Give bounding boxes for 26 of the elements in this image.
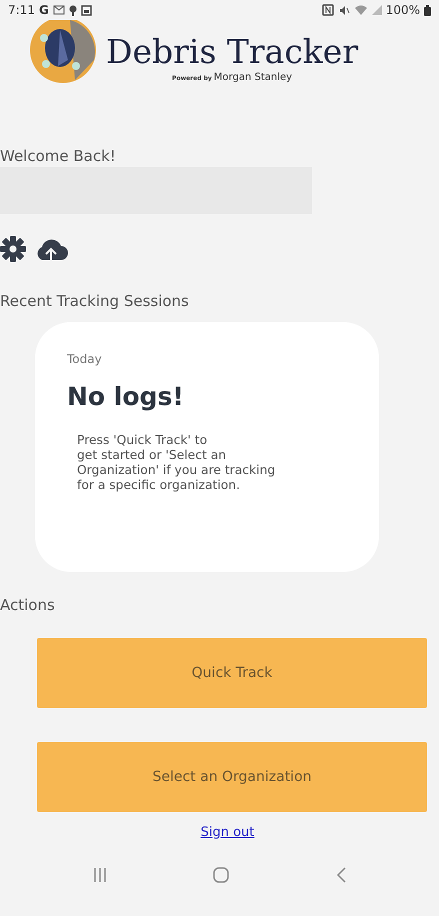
- card-title: No logs!: [67, 382, 185, 411]
- back-icon[interactable]: [334, 866, 347, 884]
- signal-icon: [372, 5, 382, 15]
- carrier-label: G: [38, 3, 49, 17]
- mute-icon: [338, 4, 350, 16]
- clock: 7:11: [8, 3, 35, 17]
- welcome-text: Welcome Back!: [0, 147, 117, 165]
- home-icon[interactable]: [212, 866, 230, 884]
- section-heading: Recent Tracking Sessions: [0, 292, 190, 310]
- empty-message: Press 'Quick Track' to get started or 'Select an Organization' if you are tracking for a specific organization.: [77, 433, 276, 493]
- app-title: Debris Tracker: [106, 34, 358, 70]
- logo-drawing: [30, 20, 96, 83]
- action-button[interactable]: Select an Organization: [37, 742, 427, 812]
- battery-level: 100%: [386, 3, 420, 17]
- recents-icon[interactable]: [92, 867, 108, 883]
- sign-out-link[interactable]: Sign out: [200, 825, 254, 840]
- date-label: Today: [67, 352, 103, 366]
- mail-icon: [52, 5, 65, 15]
- pin-icon: [68, 4, 77, 16]
- battery-icon: [424, 4, 431, 16]
- image-icon: [80, 4, 92, 16]
- section-heading: Actions: [0, 596, 56, 614]
- action-button[interactable]: Quick Track: [37, 638, 427, 708]
- nfc-icon: [322, 4, 334, 16]
- wifi-icon: [354, 4, 368, 16]
- settings-icon[interactable]: [0, 236, 26, 262]
